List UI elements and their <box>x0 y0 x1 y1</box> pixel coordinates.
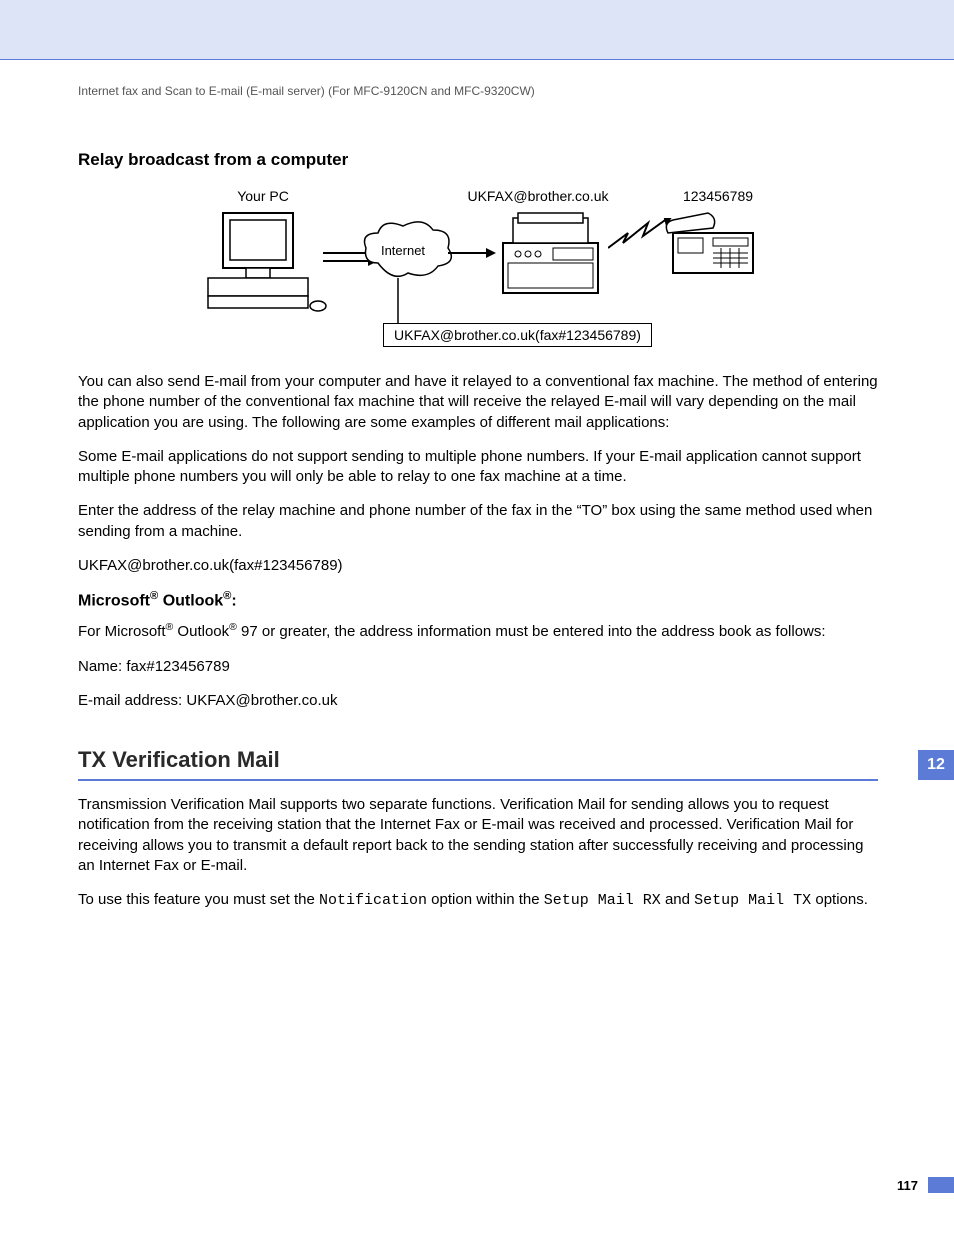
sub-heading-outlook: Microsoft® Outlook®: <box>78 590 878 610</box>
arrow-icon <box>448 243 498 263</box>
breadcrumb: Internet fax and Scan to E-mail (E-mail … <box>78 84 878 98</box>
paragraph: UKFAX@brother.co.uk(fax#123456789) <box>78 556 878 576</box>
paragraph: Some E-mail applications do not support … <box>78 447 878 488</box>
text: option within the <box>427 891 544 908</box>
connector-line <box>388 278 408 328</box>
text: For Microsoft <box>78 623 166 640</box>
text: and <box>661 891 694 908</box>
text: To use this feature you must set the <box>78 891 319 908</box>
code-text: Notification <box>319 892 427 909</box>
text: Outlook <box>173 623 229 640</box>
registered-symbol: ® <box>229 621 237 633</box>
code-text: Setup Mail TX <box>694 892 811 909</box>
page: Internet fax and Scan to E-mail (E-mail … <box>0 0 954 1235</box>
paragraph: For Microsoft® Outlook® 97 or greater, t… <box>78 620 878 642</box>
paragraph: Enter the address of the relay machine a… <box>78 501 878 542</box>
diagram-address-box: UKFAX@brother.co.uk(fax#123456789) <box>383 323 652 347</box>
diagram-label-relay: UKFAX@brother.co.uk <box>448 188 628 204</box>
fax-machine-icon <box>658 208 768 288</box>
text: Microsoft <box>78 592 150 609</box>
pc-icon <box>198 208 328 318</box>
text: : <box>231 592 236 609</box>
paragraph: Name: fax#123456789 <box>78 657 878 677</box>
divider <box>78 779 878 781</box>
page-number: 117 <box>897 1178 918 1193</box>
header-band <box>0 0 954 60</box>
paragraph: E-mail address: UKFAX@brother.co.uk <box>78 691 878 711</box>
section-heading-relay: Relay broadcast from a computer <box>78 150 878 170</box>
text: options. <box>811 891 868 908</box>
page-number-accent <box>928 1177 954 1193</box>
mfc-printer-icon <box>493 208 613 303</box>
code-text: Setup Mail RX <box>544 892 661 909</box>
text: Outlook <box>158 592 223 609</box>
diagram-label-internet: Internet <box>373 243 433 258</box>
diagram-label-fax: 123456789 <box>668 188 768 204</box>
registered-symbol: ® <box>150 590 158 602</box>
paragraph: To use this feature you must set the Not… <box>78 890 878 911</box>
text: 97 or greater, the address information m… <box>237 623 826 640</box>
relay-diagram: Your PC UKFAX@brother.co.uk 123456789 <box>78 188 878 358</box>
content-area: Internet fax and Scan to E-mail (E-mail … <box>78 84 878 925</box>
diagram-label-pc: Your PC <box>223 188 303 204</box>
chapter-tab: 12 <box>918 750 954 780</box>
paragraph: You can also send E-mail from your compu… <box>78 372 878 433</box>
section-heading-tx: TX Verification Mail <box>78 747 878 773</box>
paragraph: Transmission Verification Mail supports … <box>78 795 878 876</box>
